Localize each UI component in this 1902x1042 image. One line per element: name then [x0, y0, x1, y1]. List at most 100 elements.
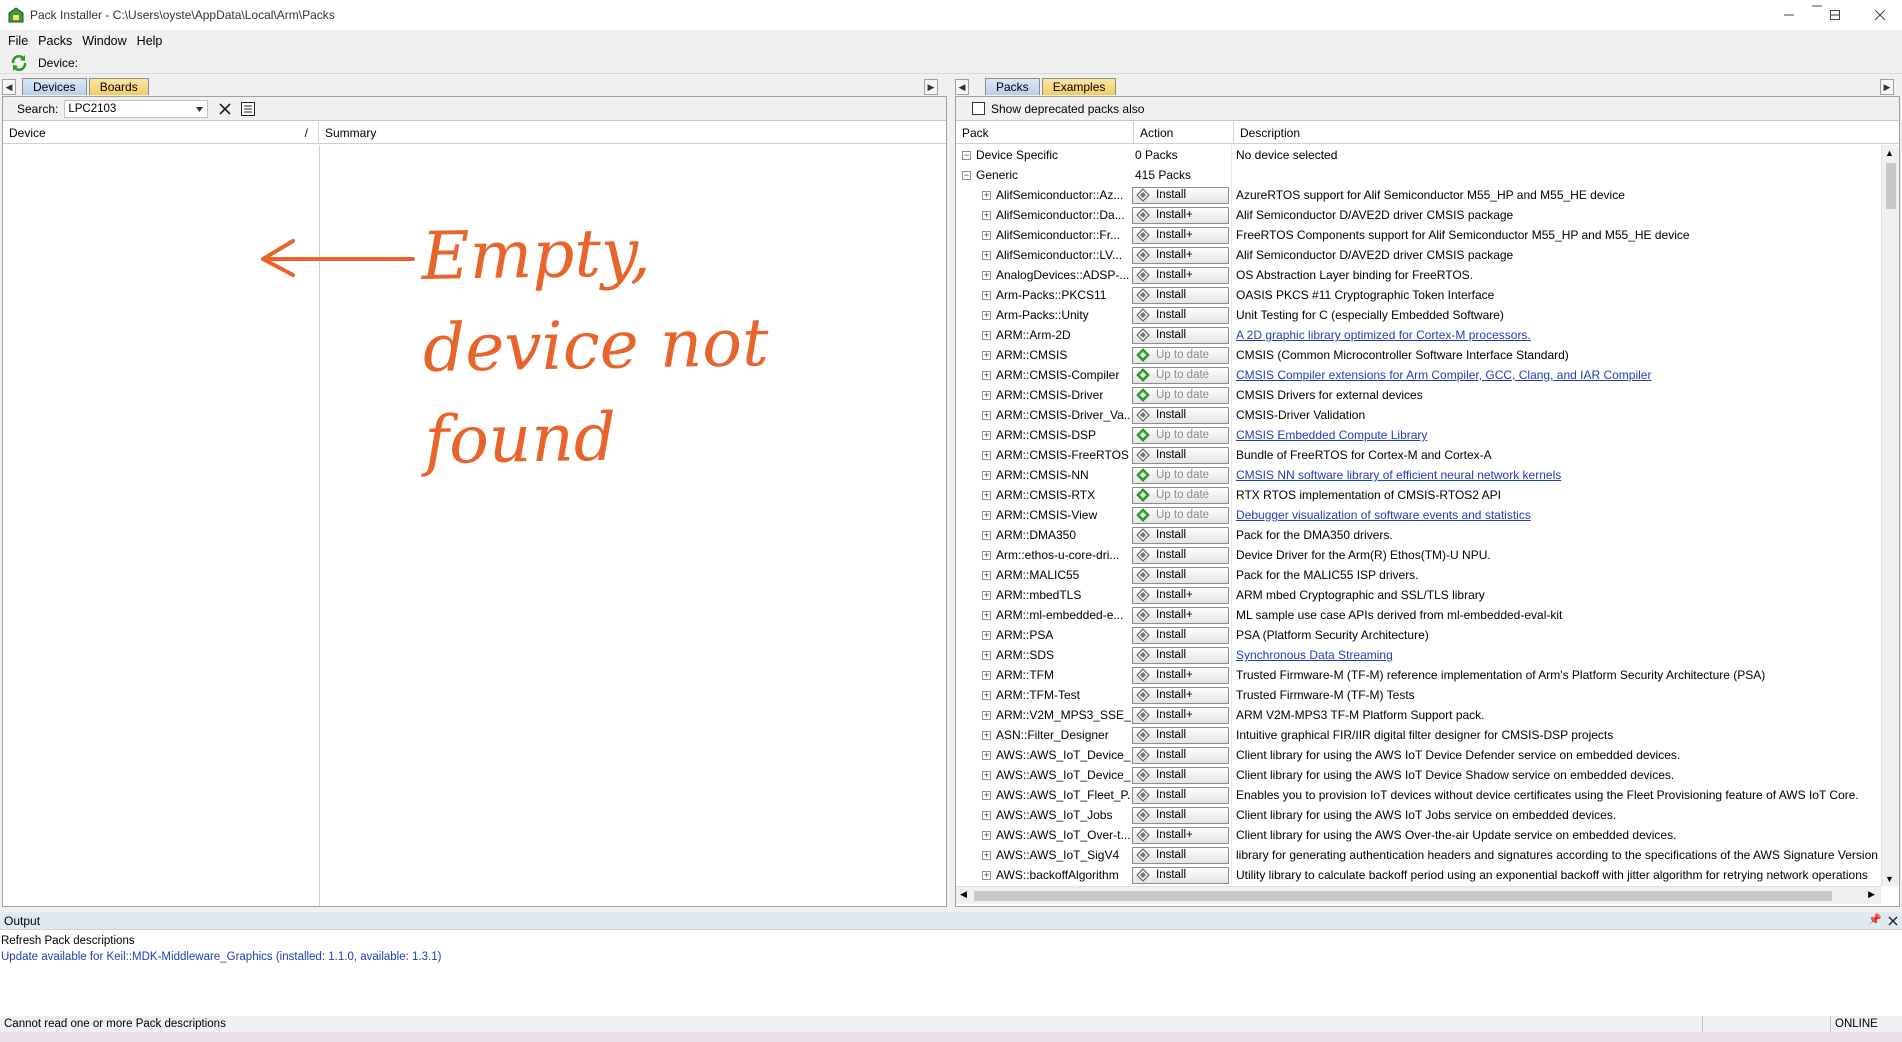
pack-description-link[interactable]: CMSIS NN software library of efficient n…: [1236, 468, 1561, 482]
up-to-date-button[interactable]: Up to date: [1132, 386, 1229, 404]
scroll-left-icon[interactable]: ◀: [960, 889, 967, 900]
pack-row[interactable]: + ARM::CMSIS-Driver_Va... Install CMSIS-Dri…: [956, 405, 1881, 425]
expand-icon[interactable]: +: [982, 730, 991, 740]
expand-icon[interactable]: +: [982, 190, 991, 200]
pack-row[interactable]: + ARM::CMSIS-DSP Up to date CMSIS Embedded …: [956, 425, 1881, 445]
install-button[interactable]: Install: [1132, 186, 1229, 204]
pack-description-link[interactable]: CMSIS Embedded Compute Library: [1236, 428, 1427, 442]
install-button[interactable]: Install: [1132, 306, 1229, 324]
pack-row[interactable]: + AWS::AWS_IoT_Jobs Install Client library …: [956, 805, 1881, 825]
install-button[interactable]: Install: [1132, 646, 1229, 664]
tab-examples[interactable]: Examples: [1041, 78, 1117, 95]
install-button[interactable]: Install: [1132, 766, 1229, 784]
install-button[interactable]: Install: [1132, 786, 1229, 804]
expand-icon[interactable]: +: [982, 630, 991, 640]
scroll-down-icon[interactable]: ▼: [1885, 874, 1894, 884]
pack-row[interactable]: + ARM::PSA Install PSA (Platform Security A…: [956, 625, 1881, 645]
expand-icon[interactable]: +: [982, 530, 991, 540]
pack-row[interactable]: + AWS::AWS_IoT_Fleet_P... Install Enables y…: [956, 785, 1881, 805]
right-tab-scroll-right[interactable]: ▶: [1880, 79, 1894, 95]
maximize-icon[interactable]: [1829, 9, 1841, 21]
install-button[interactable]: Install: [1132, 866, 1229, 884]
pack-row[interactable]: + ARM::CMSIS-View Up to date Debugger visua…: [956, 505, 1881, 525]
pack-row[interactable]: + Arm::ethos-u-core-dri... Install Device D…: [956, 545, 1881, 565]
menu-file[interactable]: File: [4, 34, 32, 48]
tab-packs[interactable]: Packs: [985, 78, 1040, 95]
expand-icon[interactable]: +: [982, 670, 991, 680]
pack-description-link[interactable]: Debugger visualization of software event…: [1236, 508, 1531, 522]
expand-icon[interactable]: +: [982, 290, 991, 300]
pack-row[interactable]: + Arm-Packs::Unity Install Unit Testing for…: [956, 305, 1881, 325]
expand-icon[interactable]: +: [982, 330, 991, 340]
column-action[interactable]: Action: [1134, 122, 1234, 144]
pack-row[interactable]: + AWS::AWS_IoT_Over-t... Install+ Client li…: [956, 825, 1881, 845]
pack-description-link[interactable]: A 2D graphic library optimized for Corte…: [1236, 328, 1531, 342]
install-button[interactable]: Install: [1132, 526, 1229, 544]
pack-description-link[interactable]: Synchronous Data Streaming: [1236, 648, 1393, 662]
pack-row[interactable]: + ARM::CMSIS-NN Up to date CMSIS NN softwar…: [956, 465, 1881, 485]
minimize-button-2[interactable]: [1812, 0, 1822, 14]
output-close-icon[interactable]: [1888, 916, 1898, 926]
dropdown-arrow-icon[interactable]: [196, 106, 204, 112]
left-tab-scroll-right[interactable]: ▶: [924, 79, 938, 95]
expand-icon[interactable]: +: [982, 370, 991, 380]
pack-description-link[interactable]: CMSIS Compiler extensions for Arm Compil…: [1236, 368, 1651, 382]
vertical-scrollbar[interactable]: ▲ ▼: [1881, 145, 1899, 886]
pack-row[interactable]: + ARM::CMSIS Up to date CMSIS (Common Micro…: [956, 345, 1881, 365]
pack-row[interactable]: + AlifSemiconductor::LV... Install+ Alif Se…: [956, 245, 1881, 265]
install-button[interactable]: Install: [1132, 326, 1229, 344]
pack-row[interactable]: + ARM::ml-embedded-e... Install+ ML sample …: [956, 605, 1881, 625]
pack-row[interactable]: + AWS::AWS_IoT_SigV4 Install library for ge…: [956, 845, 1881, 865]
deprecated-checkbox[interactable]: [972, 102, 985, 115]
expand-icon[interactable]: +: [982, 430, 991, 440]
expand-icon[interactable]: +: [982, 470, 991, 480]
up-to-date-button[interactable]: Up to date: [1132, 346, 1229, 364]
expand-icon[interactable]: +: [982, 690, 991, 700]
install-button[interactable]: Install+: [1132, 246, 1229, 264]
install-button[interactable]: Install+: [1132, 206, 1229, 224]
install-button[interactable]: Install+: [1132, 706, 1229, 724]
column-description[interactable]: Description: [1234, 122, 1899, 144]
expand-icon[interactable]: +: [982, 310, 991, 320]
pack-row[interactable]: + AnalogDevices::ADSP-... Install+ OS Abstr…: [956, 265, 1881, 285]
menu-help[interactable]: Help: [133, 34, 167, 48]
pack-row[interactable]: + ARM::mbedTLS Install+ ARM mbed Cryptograp…: [956, 585, 1881, 605]
install-button[interactable]: Install+: [1132, 586, 1229, 604]
up-to-date-button[interactable]: Up to date: [1132, 426, 1229, 444]
expand-icon[interactable]: +: [982, 390, 991, 400]
install-button[interactable]: Install: [1132, 726, 1229, 744]
pack-row[interactable]: + ASN::Filter_Designer Install Intuitive gr…: [956, 725, 1881, 745]
refresh-icon[interactable]: [10, 54, 28, 72]
pack-row[interactable]: + AlifSemiconductor::Da... Install+ Alif Se…: [956, 205, 1881, 225]
horizontal-scrollbar[interactable]: ◀ ▶: [956, 886, 1881, 904]
pack-row[interactable]: + ARM::MALIC55 Install Pack for the MALIC55…: [956, 565, 1881, 585]
collapse-icon[interactable]: −: [962, 170, 971, 180]
expand-icon[interactable]: +: [982, 790, 991, 800]
expand-icon[interactable]: +: [982, 270, 991, 280]
column-summary[interactable]: Summary: [319, 122, 946, 144]
clear-search-icon[interactable]: [218, 102, 232, 116]
right-tab-scroll-left[interactable]: ◀: [955, 79, 969, 95]
expand-icon[interactable]: +: [982, 810, 991, 820]
expand-icon[interactable]: +: [982, 490, 991, 500]
group-row[interactable]: − Generic 415 Packs: [956, 165, 1881, 185]
pack-row[interactable]: + AlifSemiconductor::Az... Install AzureRTO…: [956, 185, 1881, 205]
expand-icon[interactable]: +: [982, 550, 991, 560]
install-button[interactable]: Install: [1132, 546, 1229, 564]
install-button[interactable]: Install: [1132, 806, 1229, 824]
up-to-date-button[interactable]: Up to date: [1132, 506, 1229, 524]
close-icon[interactable]: [1874, 9, 1886, 21]
expand-icon[interactable]: +: [982, 210, 991, 220]
install-button[interactable]: Install+: [1132, 266, 1229, 284]
group-row[interactable]: − Device Specific 0 Packs No device selecte…: [956, 145, 1881, 165]
tab-boards[interactable]: Boards: [88, 78, 149, 95]
pack-row[interactable]: + ARM::TFM-Test Install+ Trusted Firmware-M…: [956, 685, 1881, 705]
expand-icon[interactable]: +: [982, 230, 991, 240]
vertical-scroll-thumb[interactable]: [1886, 163, 1896, 209]
expand-icon[interactable]: +: [982, 410, 991, 420]
pack-row[interactable]: + ARM::SDS Install Synchronous Data Streami…: [956, 645, 1881, 665]
expand-icon[interactable]: +: [982, 770, 991, 780]
pack-row[interactable]: + ARM::CMSIS-RTX Up to date RTX RTOS implem…: [956, 485, 1881, 505]
install-button[interactable]: Install: [1132, 846, 1229, 864]
expand-icon[interactable]: +: [982, 650, 991, 660]
